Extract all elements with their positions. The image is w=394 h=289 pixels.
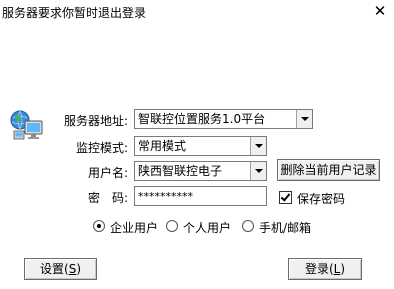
radio-enterprise-label: 企业用户 — [110, 221, 159, 235]
radio-personal-user[interactable] — [166, 220, 178, 232]
settings-button[interactable]: 设置(S) — [24, 258, 97, 280]
password-input[interactable]: ********** — [134, 186, 267, 206]
login-button[interactable]: 登录(L) — [288, 258, 362, 280]
login-button-close: ) — [340, 262, 346, 276]
dialog-title: 服务器要求你暂时退出登录 — [2, 6, 147, 20]
username-label: 用户名: — [87, 166, 128, 180]
settings-button-close: ) — [76, 262, 81, 276]
monitor-mode-value: 常用模式 — [138, 139, 187, 153]
save-password-label: 保存密码 — [297, 192, 346, 206]
radio-phone-email[interactable] — [242, 220, 254, 232]
radio-enterprise-user[interactable] — [93, 220, 105, 232]
chevron-down-icon[interactable] — [250, 137, 266, 155]
login-button-text: 登录( — [304, 262, 334, 276]
username-dropdown[interactable]: 陕西智联控电子 — [134, 161, 267, 181]
monitor-mode-dropdown[interactable]: 常用模式 — [134, 136, 267, 156]
login-dialog: 服务器要求你暂时退出登录 ✕ 服务器地址: 智联控位置服务1.0平台 监控模式:… — [0, 0, 394, 289]
server-address-label: 服务器地址: — [63, 114, 128, 128]
chevron-down-icon[interactable] — [250, 162, 266, 180]
username-value: 陕西智联控电子 — [138, 164, 223, 178]
password-label: 密 码: — [87, 191, 128, 205]
server-address-dropdown[interactable]: 智联控位置服务1.0平台 — [134, 109, 313, 129]
close-icon[interactable]: ✕ — [371, 1, 389, 21]
radio-personal-label: 个人用户 — [183, 221, 232, 235]
monitor-mode-label: 监控模式: — [75, 141, 128, 155]
save-password-checkbox[interactable] — [279, 191, 292, 204]
server-address-value: 智联控位置服务1.0平台 — [138, 112, 266, 126]
delete-user-record-button[interactable]: 删除当前用户记录 — [277, 159, 380, 181]
chevron-down-icon[interactable] — [296, 110, 312, 128]
radio-phone-email-label: 手机/邮箱 — [259, 221, 312, 235]
settings-button-text: 设置( — [40, 262, 69, 276]
network-computers-icon — [10, 110, 43, 140]
